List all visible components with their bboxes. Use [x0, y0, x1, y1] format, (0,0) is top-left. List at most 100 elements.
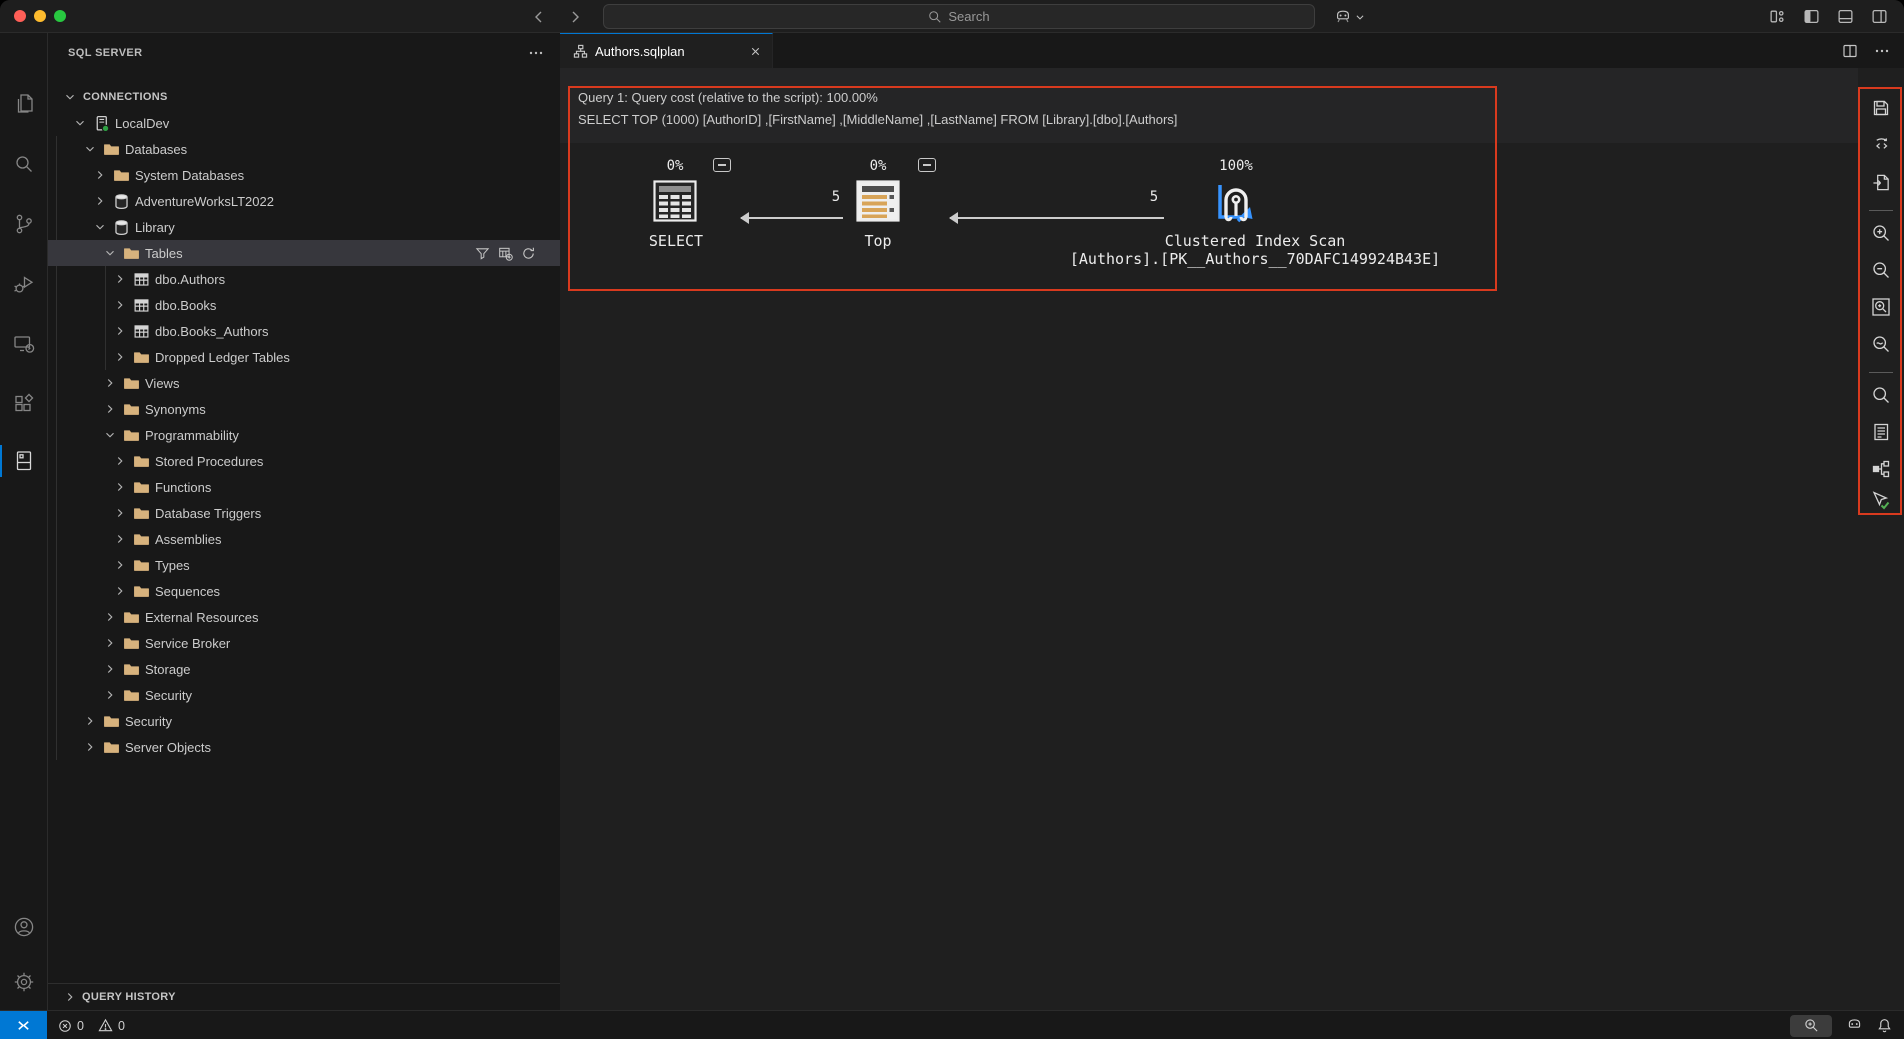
query-history-label: QUERY HISTORY [82, 991, 176, 1003]
activity-explorer-icon[interactable] [0, 80, 48, 128]
tree-item-dropped-ledger-tables[interactable]: Dropped Ledger Tables [48, 344, 560, 370]
navigate-forward-button[interactable] [565, 7, 585, 27]
tree-item-label: Storage [145, 661, 191, 677]
tree-item-dbo-books-authors[interactable]: dbo.Books_Authors [48, 318, 560, 344]
more-actions-icon[interactable] [528, 45, 544, 61]
query-history-section[interactable]: QUERY HISTORY [48, 983, 560, 1010]
activity-settings-gear-icon[interactable] [0, 958, 48, 1006]
execution-plan-icon [573, 44, 588, 59]
tree-item-views[interactable]: Views [48, 370, 560, 396]
app-window: Search SQL SERVER CONNECTIONS LocalDev D… [0, 0, 1904, 1039]
tree-item-label: Security [145, 687, 192, 703]
tree-item-database-triggers[interactable]: Database Triggers [48, 500, 560, 526]
remote-indicator[interactable] [0, 1011, 47, 1039]
collapse-node-button[interactable] [918, 158, 936, 172]
custom-zoom-icon[interactable] [1867, 330, 1895, 358]
customize-layout-icon[interactable] [1769, 8, 1786, 25]
zoom-in-icon[interactable] [1867, 219, 1895, 247]
tree-item-library[interactable]: Library [48, 214, 560, 240]
select-result-icon[interactable] [653, 180, 697, 222]
tree-item-label: System Databases [135, 167, 245, 183]
minimize-window-button[interactable] [34, 10, 46, 22]
chevron-right-icon [112, 453, 128, 469]
activity-run-debug-icon[interactable] [0, 260, 48, 308]
activity-remote-explorer-icon[interactable] [0, 320, 48, 368]
tree-item-sequences[interactable]: Sequences [48, 578, 560, 604]
zoom-to-fit-icon[interactable] [1867, 293, 1895, 321]
folder-icon [113, 167, 130, 184]
notifications-bell-icon[interactable] [1877, 1018, 1892, 1033]
tree-item-storage[interactable]: Storage [48, 656, 560, 682]
tree-item-types[interactable]: Types [48, 552, 560, 578]
maximize-window-button[interactable] [54, 10, 66, 22]
tree-item-server-objects[interactable]: Server Objects [48, 734, 560, 760]
compare-plan-icon[interactable] [1867, 455, 1895, 483]
tree-item-security[interactable]: Security [48, 682, 560, 708]
zoom-indicator-icon[interactable] [1790, 1014, 1832, 1037]
errors-icon [58, 1019, 72, 1033]
chevron-right-icon [102, 401, 118, 417]
chevron-right-icon [112, 531, 128, 547]
tree-item-connections[interactable]: CONNECTIONS [48, 84, 560, 110]
new-table-icon[interactable] [498, 246, 513, 261]
tab-bar: Authors.sqlplan [560, 33, 1904, 68]
clustered-index-scan-icon[interactable] [1210, 176, 1262, 228]
toggle-primary-sidebar-icon[interactable] [1803, 8, 1820, 25]
tab-authors-sqlplan[interactable]: Authors.sqlplan [560, 33, 773, 68]
tree-item-adventureworkslt2022[interactable]: AdventureWorksLT2022 [48, 188, 560, 214]
plan-toolbar [1858, 68, 1904, 1010]
tree-item-programmability[interactable]: Programmability [48, 422, 560, 448]
tree-item-dbo-books[interactable]: dbo.Books [48, 292, 560, 318]
copilot-icon[interactable] [1846, 1017, 1863, 1034]
folder-icon [133, 531, 150, 548]
tree-item-synonyms[interactable]: Synonyms [48, 396, 560, 422]
close-window-button[interactable] [14, 10, 26, 22]
search-input[interactable]: Search [603, 4, 1315, 29]
chevron-right-icon [112, 479, 128, 495]
tree-item-localdev[interactable]: LocalDev [48, 110, 560, 136]
activity-search-icon[interactable] [0, 140, 48, 188]
show-query-icon[interactable] [1867, 131, 1895, 159]
tree-item-system-databases[interactable]: System Databases [48, 162, 560, 188]
activity-extensions-icon[interactable] [0, 380, 48, 428]
tree-item-tables[interactable]: Tables [48, 240, 560, 266]
table-icon [133, 323, 150, 340]
save-plan-icon[interactable] [1867, 94, 1895, 122]
copilot-icon [1334, 8, 1352, 26]
tree-item-service-broker[interactable]: Service Broker [48, 630, 560, 656]
find-node-icon[interactable] [1867, 381, 1895, 409]
navigate-back-button[interactable] [529, 7, 549, 27]
folder-icon [103, 713, 120, 730]
problems-status[interactable]: 0 0 [58, 1011, 125, 1039]
copilot-menu-button[interactable] [1334, 5, 1365, 29]
tree-item-functions[interactable]: Functions [48, 474, 560, 500]
tree-item-security[interactable]: Security [48, 708, 560, 734]
open-plan-file-icon[interactable] [1867, 168, 1895, 196]
tree-item-assemblies[interactable]: Assemblies [48, 526, 560, 552]
tree-item-stored-procedures[interactable]: Stored Procedures [48, 448, 560, 474]
collapse-node-button[interactable] [713, 158, 731, 172]
tree-item-external-resources[interactable]: External Resources [48, 604, 560, 630]
activity-source-control-icon[interactable] [0, 200, 48, 248]
actual-plan-icon[interactable] [1867, 486, 1895, 514]
properties-icon[interactable] [1867, 418, 1895, 446]
refresh-icon[interactable] [521, 246, 536, 261]
more-actions-icon[interactable] [1874, 43, 1890, 59]
toggle-secondary-sidebar-icon[interactable] [1871, 8, 1888, 25]
tree-item-dbo-authors[interactable]: dbo.Authors [48, 266, 560, 292]
close-icon[interactable] [749, 45, 762, 58]
tree-item-label: Assemblies [155, 531, 222, 547]
plan-edge[interactable] [740, 212, 843, 224]
filter-icon[interactable] [475, 246, 490, 261]
split-editor-icon[interactable] [1842, 43, 1858, 59]
zoom-out-icon[interactable] [1867, 256, 1895, 284]
tree-item-label: Databases [125, 141, 188, 157]
top-operator-icon[interactable] [856, 180, 900, 222]
activity-accounts-icon[interactable] [0, 903, 48, 951]
chevron-down-icon [102, 427, 118, 443]
select-node-label: SELECT [648, 232, 704, 250]
activity-sql-server-icon[interactable] [0, 437, 48, 485]
tree-item-databases[interactable]: Databases [48, 136, 560, 162]
plan-edge[interactable] [949, 212, 1164, 224]
toggle-panel-icon[interactable] [1837, 8, 1854, 25]
